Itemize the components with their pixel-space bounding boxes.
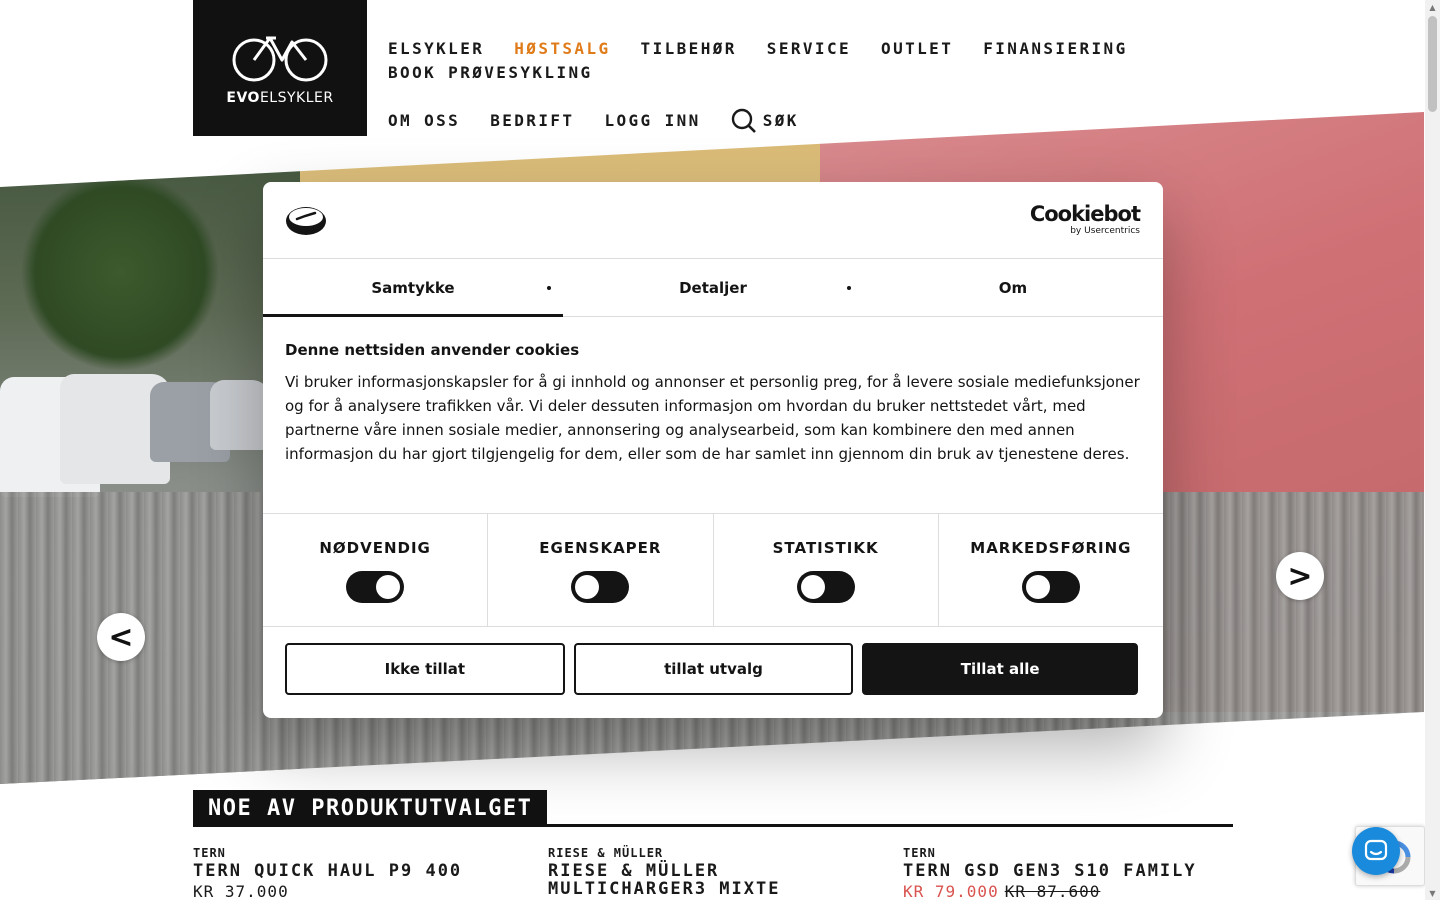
toggle-label: EGENSKAPER [539,539,662,557]
product-card[interactable]: TERN TERN QUICK HAUL P9 400 KR 37.000 [193,846,462,900]
nav-item-book-prøvesykling[interactable]: BOOK PRØVESYKLING [388,62,593,84]
toggle-switch[interactable] [796,571,855,603]
cookiebot-logo-icon [286,207,326,235]
nav-item-elsykler[interactable]: ELSYKLER [388,38,484,60]
cookie-title: Denne nettsiden anvender cookies [285,341,580,359]
product-price: KR 37.000 [193,882,289,900]
site-logo[interactable]: EVOELSYKLER [193,0,367,136]
product-card[interactable]: RIESE & MÜLLER RIESE & MÜLLER MULTICHARG… [548,846,848,898]
toggle-label: NØDVENDIG [319,539,431,557]
product-brand: TERN [193,846,226,860]
nav-item-outlet[interactable]: OUTLET [881,38,953,60]
scroll-up-arrow-icon[interactable]: ▲ [1428,2,1437,12]
page-scrollbar[interactable]: ▲ ▼ [1425,0,1440,900]
nav-logg-inn[interactable]: LOGG INN [604,110,700,132]
cookie-consent-dialog: Cookiebot by Usercentrics Samtykke Detal… [263,182,1163,718]
toggle-switch[interactable] [1021,571,1080,603]
main-nav: ELSYKLER HØSTSALG TILBEHØR SERVICE OUTLET FIN… [388,38,1148,134]
cookie-category-toggles: NØDVENDIG EGENSKAPER STATISTIKK MARKEDSFØRI… [263,514,1163,627]
toggle-knob [575,575,600,599]
cookie-category-0: NØDVENDIG [263,514,489,626]
cookie-tabs: Samtykke Detaljer Om [263,259,1163,317]
product-brand: RIESE & MÜLLER [548,846,664,860]
tab-separator-dot [847,286,851,290]
scroll-down-arrow-icon[interactable]: ▼ [1428,888,1437,898]
cookiebot-subtitle: by Usercentrics [1070,226,1140,236]
scrollbar-thumb[interactable] [1428,16,1437,112]
tab-detaljer[interactable]: Detaljer [563,259,863,316]
logo-wordmark: EVOELSYKLER [226,90,334,106]
search-icon [731,108,756,133]
nav-primary-row: ELSYKLER HØSTSALG TILBEHØR SERVICE OUTLET FIN… [388,38,1148,84]
cookie-description: Denne nettsiden anvender cookies Vi bruk… [263,317,1163,514]
nav-om-oss[interactable]: OM OSS [388,110,460,132]
bicycle-logo-icon [232,36,328,82]
deny-button[interactable]: Ikke tillat [285,643,565,695]
slider-next-button[interactable]: > [1276,552,1324,600]
product-name[interactable]: RIESE & MÜLLER MULTICHARGER3 MIXTE [548,862,848,898]
chat-icon [1364,839,1388,861]
slider-prev-button[interactable]: < [97,613,145,661]
cookie-category-1: EGENSKAPER [488,514,714,626]
hero-tree [20,172,220,372]
allow-all-button[interactable]: Tillat alle [862,643,1139,695]
product-price: KR 79.000 KR 87.600 [903,882,1197,900]
cookiebot-brand[interactable]: Cookiebot by Usercentrics [1029,202,1141,236]
cookie-category-3: MARKEDSFØRING [939,514,1163,626]
toggle-label: STATISTIKK [772,539,879,557]
sale-price: KR 79.000 [903,882,999,900]
nav-item-høstsalg[interactable]: HØSTSALG [514,38,610,60]
old-price: KR 87.600 [1004,882,1101,900]
toggle-knob [1025,575,1050,599]
page: EVOELSYKLER ELSYKLER HØSTSALG TILBEHØR SERV… [0,0,1440,900]
nav-item-finansiering[interactable]: FINANSIERING [983,38,1127,60]
product-name[interactable]: TERN QUICK HAUL P9 400 [193,862,462,880]
nav-bedrift[interactable]: BEDRIFT [490,110,574,132]
tab-separator-dot [547,286,551,290]
cookie-buttons: Ikke tillat tillat utvalg Tillat alle [263,627,1163,695]
toggle-knob [376,575,401,599]
toggle-switch[interactable] [346,571,405,603]
chat-launcher-button[interactable] [1352,827,1400,875]
search-button[interactable]: SØK [731,108,799,134]
cookie-dialog-header: Cookiebot by Usercentrics [263,182,1163,259]
toggle-switch[interactable] [571,571,630,603]
cookiebot-name: Cookiebot [1029,202,1141,226]
product-brand: TERN [903,846,936,860]
search-label: SØK [762,111,799,130]
nav-item-service[interactable]: SERVICE [767,38,851,60]
cookie-text: Vi bruker informasjonskapsler for å gi i… [285,373,1140,463]
section-title: NOE AV PRODUKTUTVALGET [193,790,548,826]
nav-secondary-row: OM OSS BEDRIFT LOGG INN SØK [388,108,1148,134]
tab-samtykke[interactable]: Samtykke [263,259,563,317]
product-name[interactable]: TERN GSD GEN3 S10 FAMILY [903,862,1197,880]
toggle-label: MARKEDSFØRING [970,539,1132,557]
nav-item-tilbehør[interactable]: TILBEHØR [641,38,737,60]
hero-car [210,380,270,450]
toggle-knob [800,575,825,599]
product-card[interactable]: TERN TERN GSD GEN3 S10 FAMILY KR 79.000 K… [903,846,1197,900]
tab-om[interactable]: Om [863,259,1163,316]
allow-selection-button[interactable]: tillat utvalg [573,643,854,695]
cookie-category-2: STATISTIKK [714,514,939,626]
